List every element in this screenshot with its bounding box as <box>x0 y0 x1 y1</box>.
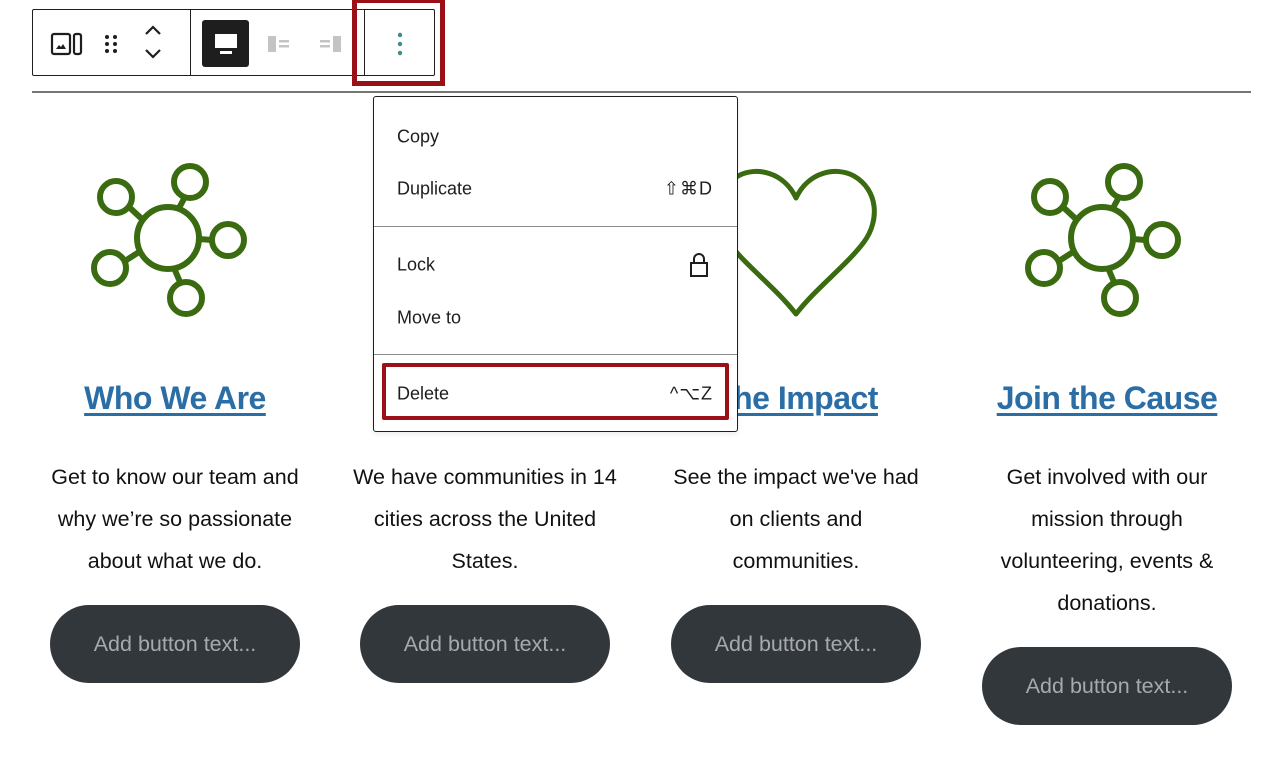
move-up-button[interactable] <box>139 18 167 42</box>
chevron-up-icon <box>145 25 161 35</box>
column-title-link[interactable]: Join the Cause <box>952 380 1262 417</box>
column-who-we-are: Who We Are Get to know our team and why … <box>20 150 330 710</box>
column-description: See the impact we've had on clients and … <box>641 456 951 582</box>
align-right-button[interactable] <box>310 24 350 64</box>
description-line: States. <box>451 549 519 573</box>
shortcut-label: ⇧⌘D <box>663 178 713 199</box>
column-join-the-cause: Join the Cause Get involved with our mis… <box>952 150 1262 750</box>
media-text-icon <box>50 32 83 56</box>
align-left-icon <box>268 36 289 52</box>
block-toolbar <box>32 9 435 76</box>
add-button-text-button[interactable]: Add button text... <box>671 605 921 683</box>
block-options-menu: Copy Duplicate ⇧⌘D Lock Move to Delete ^… <box>373 96 738 432</box>
description-line: Get to know our team and <box>51 465 299 489</box>
description-line: about what we do. <box>87 549 263 573</box>
add-button-text-button[interactable]: Add button text... <box>982 647 1232 725</box>
description-line: Get involved with our <box>1006 465 1208 489</box>
description-line: on clients and <box>729 507 863 531</box>
menu-item-label: Copy <box>397 126 440 147</box>
column-description: Get involved with our mission through vo… <box>952 456 1262 624</box>
column-title-link[interactable]: Who We Are <box>20 380 330 417</box>
column-description: Get to know our team and why we’re so pa… <box>20 456 330 582</box>
move-down-button[interactable] <box>139 42 167 66</box>
block-divider <box>32 91 1251 93</box>
drag-dots-icon <box>105 35 117 53</box>
more-vertical-icon <box>397 32 403 56</box>
align-left-button[interactable] <box>259 24 299 64</box>
menu-item-move-to[interactable]: Move to <box>374 293 737 343</box>
menu-separator <box>374 354 737 355</box>
description-line: volunteering, events & <box>1000 549 1214 573</box>
align-none-button[interactable] <box>202 20 249 67</box>
chevron-down-icon <box>145 49 161 59</box>
description-line: donations. <box>1057 591 1157 615</box>
toolbar-separator <box>190 10 191 75</box>
menu-item-copy[interactable]: Copy <box>374 112 737 162</box>
add-button-text-button[interactable]: Add button text... <box>50 605 300 683</box>
menu-item-label: Lock <box>397 254 436 275</box>
menu-item-label: Duplicate <box>397 178 473 199</box>
network-icon <box>1025 163 1181 317</box>
lock-icon <box>690 253 708 277</box>
menu-item-label: Move to <box>397 307 462 328</box>
column-description: We have communities in 14 cities across … <box>330 456 640 582</box>
drag-handle[interactable] <box>95 24 127 64</box>
align-right-icon <box>320 36 341 52</box>
menu-item-duplicate[interactable]: Duplicate ⇧⌘D <box>374 164 737 214</box>
add-button-text-button[interactable]: Add button text... <box>360 605 610 683</box>
menu-separator <box>374 226 737 227</box>
block-type-button[interactable] <box>43 24 91 64</box>
toolbar-separator <box>364 10 365 75</box>
description-line: We have communities in 14 <box>353 465 617 489</box>
description-line: mission through <box>1031 507 1183 531</box>
description-line: why we’re so passionate <box>57 507 293 531</box>
options-button[interactable] <box>376 24 424 64</box>
description-line: cities across the United <box>373 507 597 531</box>
description-line: See the impact we've had <box>673 465 919 489</box>
delete-highlight-box <box>382 363 729 420</box>
description-line: communities. <box>732 549 860 573</box>
menu-item-lock[interactable]: Lock <box>374 240 737 290</box>
align-full-icon <box>214 33 237 54</box>
network-icon <box>91 163 247 317</box>
